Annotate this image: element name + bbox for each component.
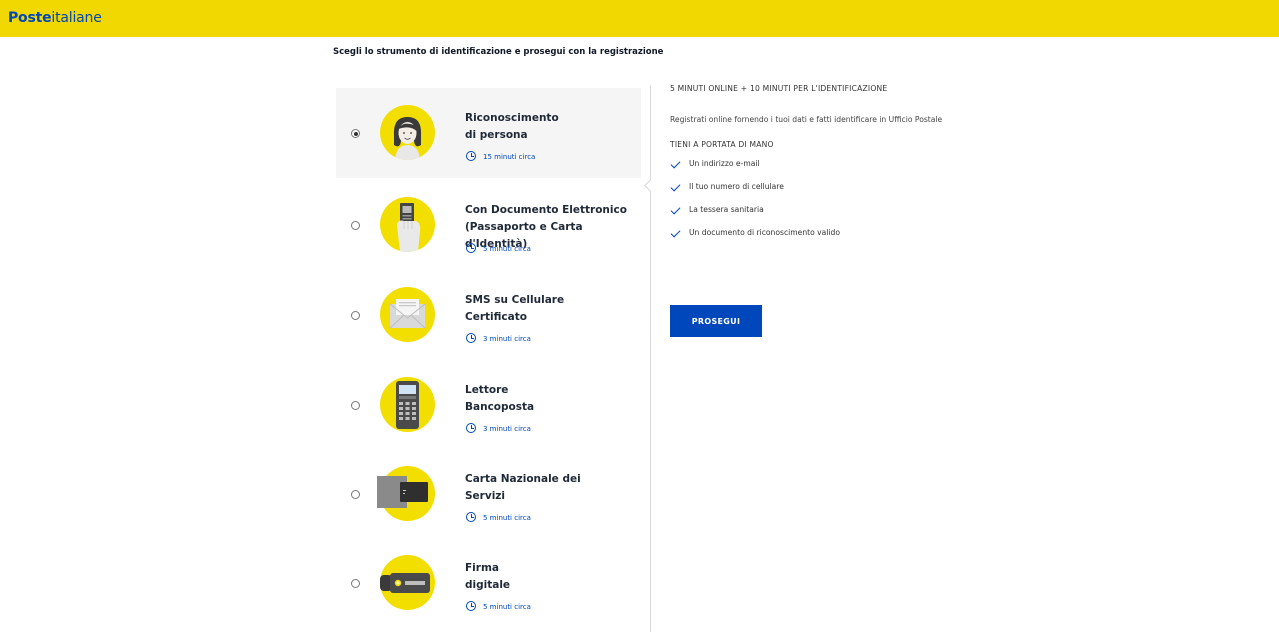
clock-icon [466,333,476,343]
radio-button[interactable] [351,221,360,230]
detail-subhead: TIENI A PORTATA DI MANO [670,140,774,149]
option-time: 5 minuti circa [483,245,531,253]
option-sms-cellulare-certificato[interactable]: SMS su Cellulare Certificato 3 minuti ci… [336,270,641,360]
list-item: Un documento di riconoscimento valido [670,227,970,250]
usb-key-icon [380,555,435,610]
checkmark-icon [670,204,681,215]
option-title-line2: Certificato [465,311,527,323]
option-title-line1: SMS su Cellulare [465,294,565,306]
detail-headline: 5 MINUTI ONLINE + 10 MINUTI PER L'IDENTI… [670,84,888,93]
envelope-icon [380,287,435,342]
list-item: Un indirizzo e-mail [670,158,970,181]
requirements-list: Un indirizzo e-mail Il tuo numero di cel… [670,158,970,250]
clock-icon [466,601,476,611]
option-title-line1: Riconoscimento [465,112,559,124]
clock-icon [466,151,476,161]
option-time: 3 minuti circa [483,335,531,343]
option-riconoscimento-di-persona[interactable]: Riconoscimento di persona 15 minuti circ… [336,88,641,178]
detail-description: Registrati online fornendo i tuoi dati e… [670,115,943,124]
checkmark-icon [670,158,681,169]
option-documento-elettronico[interactable]: Con Documento Elettronico (Passaporto e … [336,180,641,270]
clock-icon [466,423,476,433]
hand-card-icon [380,197,435,252]
list-item: La tessera sanitaria [670,204,970,227]
option-title-line1: Lettore [465,384,509,396]
option-time: 5 minuti circa [483,603,531,611]
option-title-line2: Servizi [465,490,506,502]
smart-card-icon [377,466,435,521]
list-item: Il tuo numero di cellulare [670,181,970,204]
poste-italiane-logo[interactable]: Posteitaliane [8,9,102,27]
detail-panel: 5 MINUTI ONLINE + 10 MINUTI PER L'IDENTI… [670,84,970,250]
selection-pointer [644,179,657,192]
woman-face-icon [380,105,435,160]
checkmark-icon [670,181,681,192]
clock-icon [466,512,476,522]
page-title: Scegli lo strumento di identificazione e… [333,47,664,57]
radio-button-selected[interactable] [351,129,360,138]
radio-button[interactable] [351,401,360,410]
prosegui-button[interactable]: PROSEGUI [670,305,762,337]
clock-icon [466,243,476,253]
option-title-line1: Con Documento Elettronico [465,204,627,216]
option-carta-nazionale-servizi[interactable]: Carta Nazionale dei Servizi 5 minuti cir… [336,449,641,539]
option-title-line2: digitale [465,579,511,591]
vertical-divider [650,85,651,632]
top-bar: Posteitaliane [0,0,1279,37]
option-time: 3 minuti circa [483,425,531,433]
option-time: 15 minuti circa [483,153,536,161]
card-reader-icon [380,377,435,432]
option-lettore-bancoposta[interactable]: Lettore Bancoposta 3 minuti circa [336,360,641,450]
option-firma-digitale[interactable]: Firma digitale 5 minuti circa [336,538,641,628]
option-title-line1: Carta Nazionale dei [465,473,581,485]
option-title-line2: di persona [465,129,528,141]
radio-button[interactable] [351,579,360,588]
option-title-line1: Firma [465,562,499,574]
radio-button[interactable] [351,490,360,499]
option-title-line2: Bancoposta [465,401,535,413]
radio-button[interactable] [351,311,360,320]
option-time: 5 minuti circa [483,514,531,522]
checkmark-icon [670,227,681,238]
